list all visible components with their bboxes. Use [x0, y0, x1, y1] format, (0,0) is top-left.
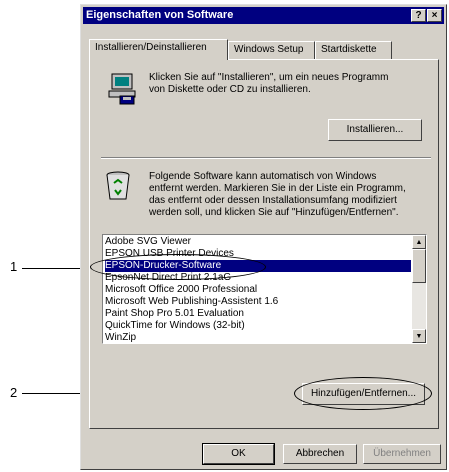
- list-scrollbar[interactable]: ▲ ▼: [412, 235, 426, 343]
- uninstall-text-line4: werden soll, und klicken Sie auf "Hinzuf…: [149, 207, 399, 218]
- list-item[interactable]: Microsoft Office 2000 Professional: [105, 284, 257, 296]
- help-icon: ?: [415, 10, 422, 21]
- callout-label-2: 2: [10, 385, 18, 400]
- uninstall-text-line2: entfernt werden. Markieren Sie in der Li…: [149, 183, 406, 194]
- software-list[interactable]: Adobe SVG Viewer EPSON USB Printer Devic…: [102, 234, 427, 344]
- cancel-button-label: Abbrechen: [295, 448, 345, 459]
- tab-windows-setup[interactable]: Windows Setup: [228, 41, 315, 59]
- close-button[interactable]: ×: [427, 9, 442, 22]
- uninstall-text-line1: Folgende Software kann automatisch von W…: [149, 171, 377, 182]
- scroll-down-button[interactable]: ▼: [412, 329, 426, 343]
- scroll-thumb[interactable]: [412, 249, 426, 283]
- arrow-down-icon: ▼: [415, 333, 423, 340]
- tab-label: Startdiskette: [321, 44, 377, 55]
- cancel-button[interactable]: Abbrechen: [283, 444, 357, 464]
- uninstall-text-line3: das entfernt oder dessen Installationsum…: [149, 195, 397, 206]
- list-item[interactable]: Adobe SVG Viewer: [105, 236, 191, 248]
- install-button-label: Installieren...: [346, 124, 404, 135]
- scroll-up-button[interactable]: ▲: [412, 235, 426, 249]
- callout-ellipse-2: [294, 377, 432, 410]
- tab-label: Installieren/Deinstallieren: [95, 42, 207, 53]
- title-bar: Eigenschaften von Software ? ×: [83, 7, 444, 24]
- install-text-line2: von Diskette oder CD zu installieren.: [149, 84, 311, 95]
- callout-label-1: 1: [10, 259, 18, 274]
- tab-install-uninstall[interactable]: Installieren/Deinstallieren: [89, 39, 228, 60]
- list-item[interactable]: WinZip: [105, 332, 136, 343]
- ok-button-label: OK: [231, 448, 246, 459]
- close-icon: ×: [431, 10, 438, 21]
- install-text-line1: Klicken Sie auf "Installieren", um ein n…: [149, 72, 389, 83]
- window-title: Eigenschaften von Software: [86, 9, 234, 21]
- list-item[interactable]: Paint Shop Pro 5.01 Evaluation: [105, 308, 244, 320]
- arrow-up-icon: ▲: [415, 239, 423, 246]
- tab-startdiskette[interactable]: Startdiskette: [315, 41, 392, 59]
- help-button[interactable]: ?: [411, 9, 426, 22]
- apply-button[interactable]: Übernehmen: [363, 444, 441, 464]
- apply-button-label: Übernehmen: [373, 448, 431, 459]
- separator: [101, 157, 431, 159]
- install-computer-icon: [108, 73, 136, 105]
- ok-button[interactable]: OK: [202, 443, 275, 465]
- recycle-bin-icon: [106, 171, 130, 200]
- list-item[interactable]: Microsoft Web Publishing-Assistent 1.6: [105, 296, 278, 308]
- list-item[interactable]: QuickTime for Windows (32-bit): [105, 320, 245, 332]
- callout-ellipse-1: [90, 254, 266, 280]
- install-button[interactable]: Installieren...: [328, 119, 422, 141]
- tab-label: Windows Setup: [234, 44, 304, 55]
